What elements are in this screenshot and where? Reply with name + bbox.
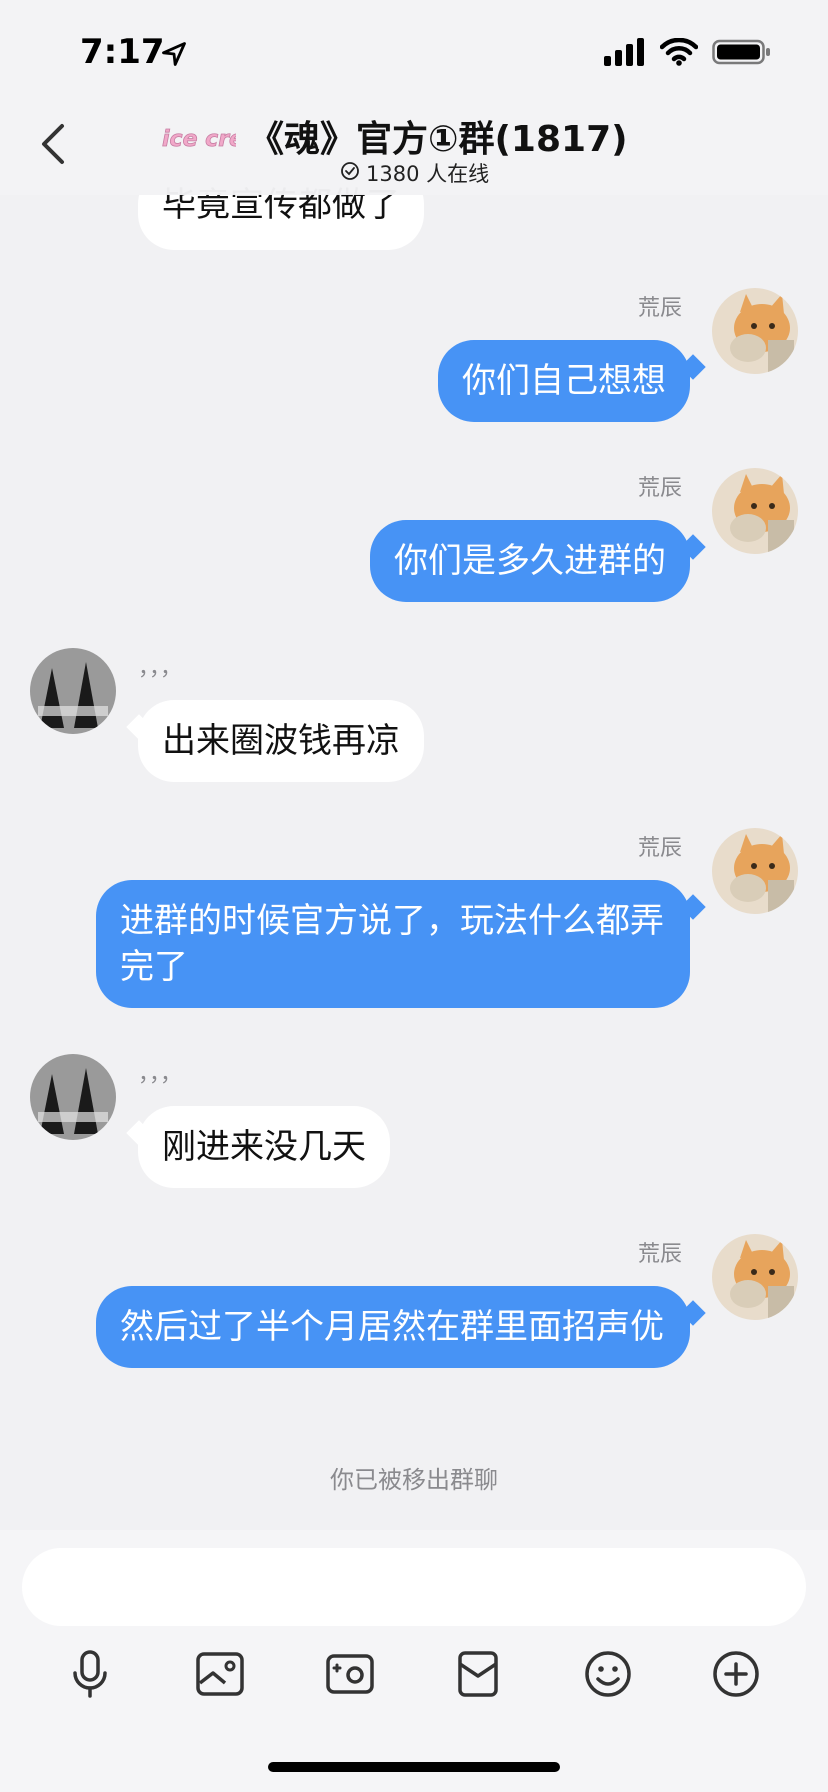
plus-icon: [711, 1649, 761, 1703]
wifi-icon: [659, 37, 699, 70]
camera-button[interactable]: [320, 1646, 380, 1706]
avatar-bw[interactable]: [30, 1054, 116, 1140]
message-list[interactable]: 毕竟宣传都做了 荒辰 你们自己想想 荒辰 你们是多久进群的 ，，， 出来圈波钱再…: [0, 0, 828, 1530]
red-packet-button[interactable]: [448, 1646, 508, 1706]
avatar-cat[interactable]: [712, 288, 798, 374]
location-arrow-icon: [160, 40, 188, 72]
sender-name: 荒辰: [638, 296, 683, 321]
message-bubble[interactable]: 然后过了半个月居然在群里面招声优: [96, 1286, 690, 1368]
microphone-icon: [67, 1649, 113, 1703]
image-icon: [195, 1651, 245, 1701]
message-bubble[interactable]: 你们是多久进群的: [370, 520, 690, 602]
message-bubble[interactable]: 进群的时候官方说了，玩法什么都弄完了: [96, 880, 690, 1008]
message-text: 你们是多久进群的: [394, 541, 666, 581]
navigation-bar: 7:17 ice cr 《魂》官方①群(1817) 1380 人在线: [0, 0, 828, 195]
home-indicator: [268, 1762, 560, 1772]
message-text: 刚进来没几天: [162, 1127, 366, 1167]
message-text: 进群的时候官方说了，玩法什么都弄完了: [120, 901, 664, 987]
sender-name: 荒辰: [638, 1242, 683, 1267]
emoji-button[interactable]: [578, 1646, 638, 1706]
logo-text: ice cream: [162, 127, 236, 152]
sender-name: ，，，: [138, 1062, 183, 1087]
plus-button[interactable]: [706, 1646, 766, 1706]
message-bubble[interactable]: 出来圈波钱再凉: [138, 700, 424, 782]
status-indicators: [604, 37, 772, 70]
microphone-button[interactable]: [60, 1646, 120, 1706]
sender-name: 荒辰: [638, 476, 683, 501]
message-text: 出来圈波钱再凉: [162, 721, 400, 761]
online-count: 1380 人在线: [366, 162, 490, 186]
composer: [0, 1530, 828, 1792]
red-packet-icon: [457, 1650, 499, 1702]
battery-icon: [712, 38, 772, 70]
back-button[interactable]: [36, 122, 76, 172]
image-button[interactable]: [190, 1646, 250, 1706]
avatar-cat[interactable]: [712, 468, 798, 554]
status-time: 7:17: [80, 32, 165, 72]
system-notice: 你已被移出群聊: [330, 1466, 498, 1494]
message-input[interactable]: [22, 1548, 806, 1626]
message-bubble[interactable]: 刚进来没几天: [138, 1106, 390, 1188]
chevron-left-icon: [36, 124, 72, 170]
group-title: 《魂》官方①群(1817): [248, 119, 628, 160]
message-text: 然后过了半个月居然在群里面招声优: [120, 1307, 664, 1347]
online-status: 1380 人在线: [340, 158, 489, 188]
avatar-bw[interactable]: [30, 648, 116, 734]
group-logo: ice cream: [160, 116, 283, 156]
camera-icon: [325, 1651, 375, 1701]
sender-name: 荒辰: [638, 836, 683, 861]
avatar-cat[interactable]: [712, 1234, 798, 1320]
chat-screen: 毕竟宣传都做了 荒辰 你们自己想想 荒辰 你们是多久进群的 ，，， 出来圈波钱再…: [0, 0, 828, 1792]
avatar-cat[interactable]: [712, 828, 798, 914]
cellular-signal-icon: [604, 38, 646, 70]
message-text: 你们自己想想: [462, 361, 666, 401]
message-bubble[interactable]: 你们自己想想: [438, 340, 690, 422]
clock-icon: [340, 161, 360, 186]
group-header[interactable]: ice cream 《魂》官方①群(1817) 1380 人在线: [160, 110, 720, 190]
emoji-icon: [583, 1649, 633, 1703]
sender-name: ，，，: [138, 656, 183, 681]
